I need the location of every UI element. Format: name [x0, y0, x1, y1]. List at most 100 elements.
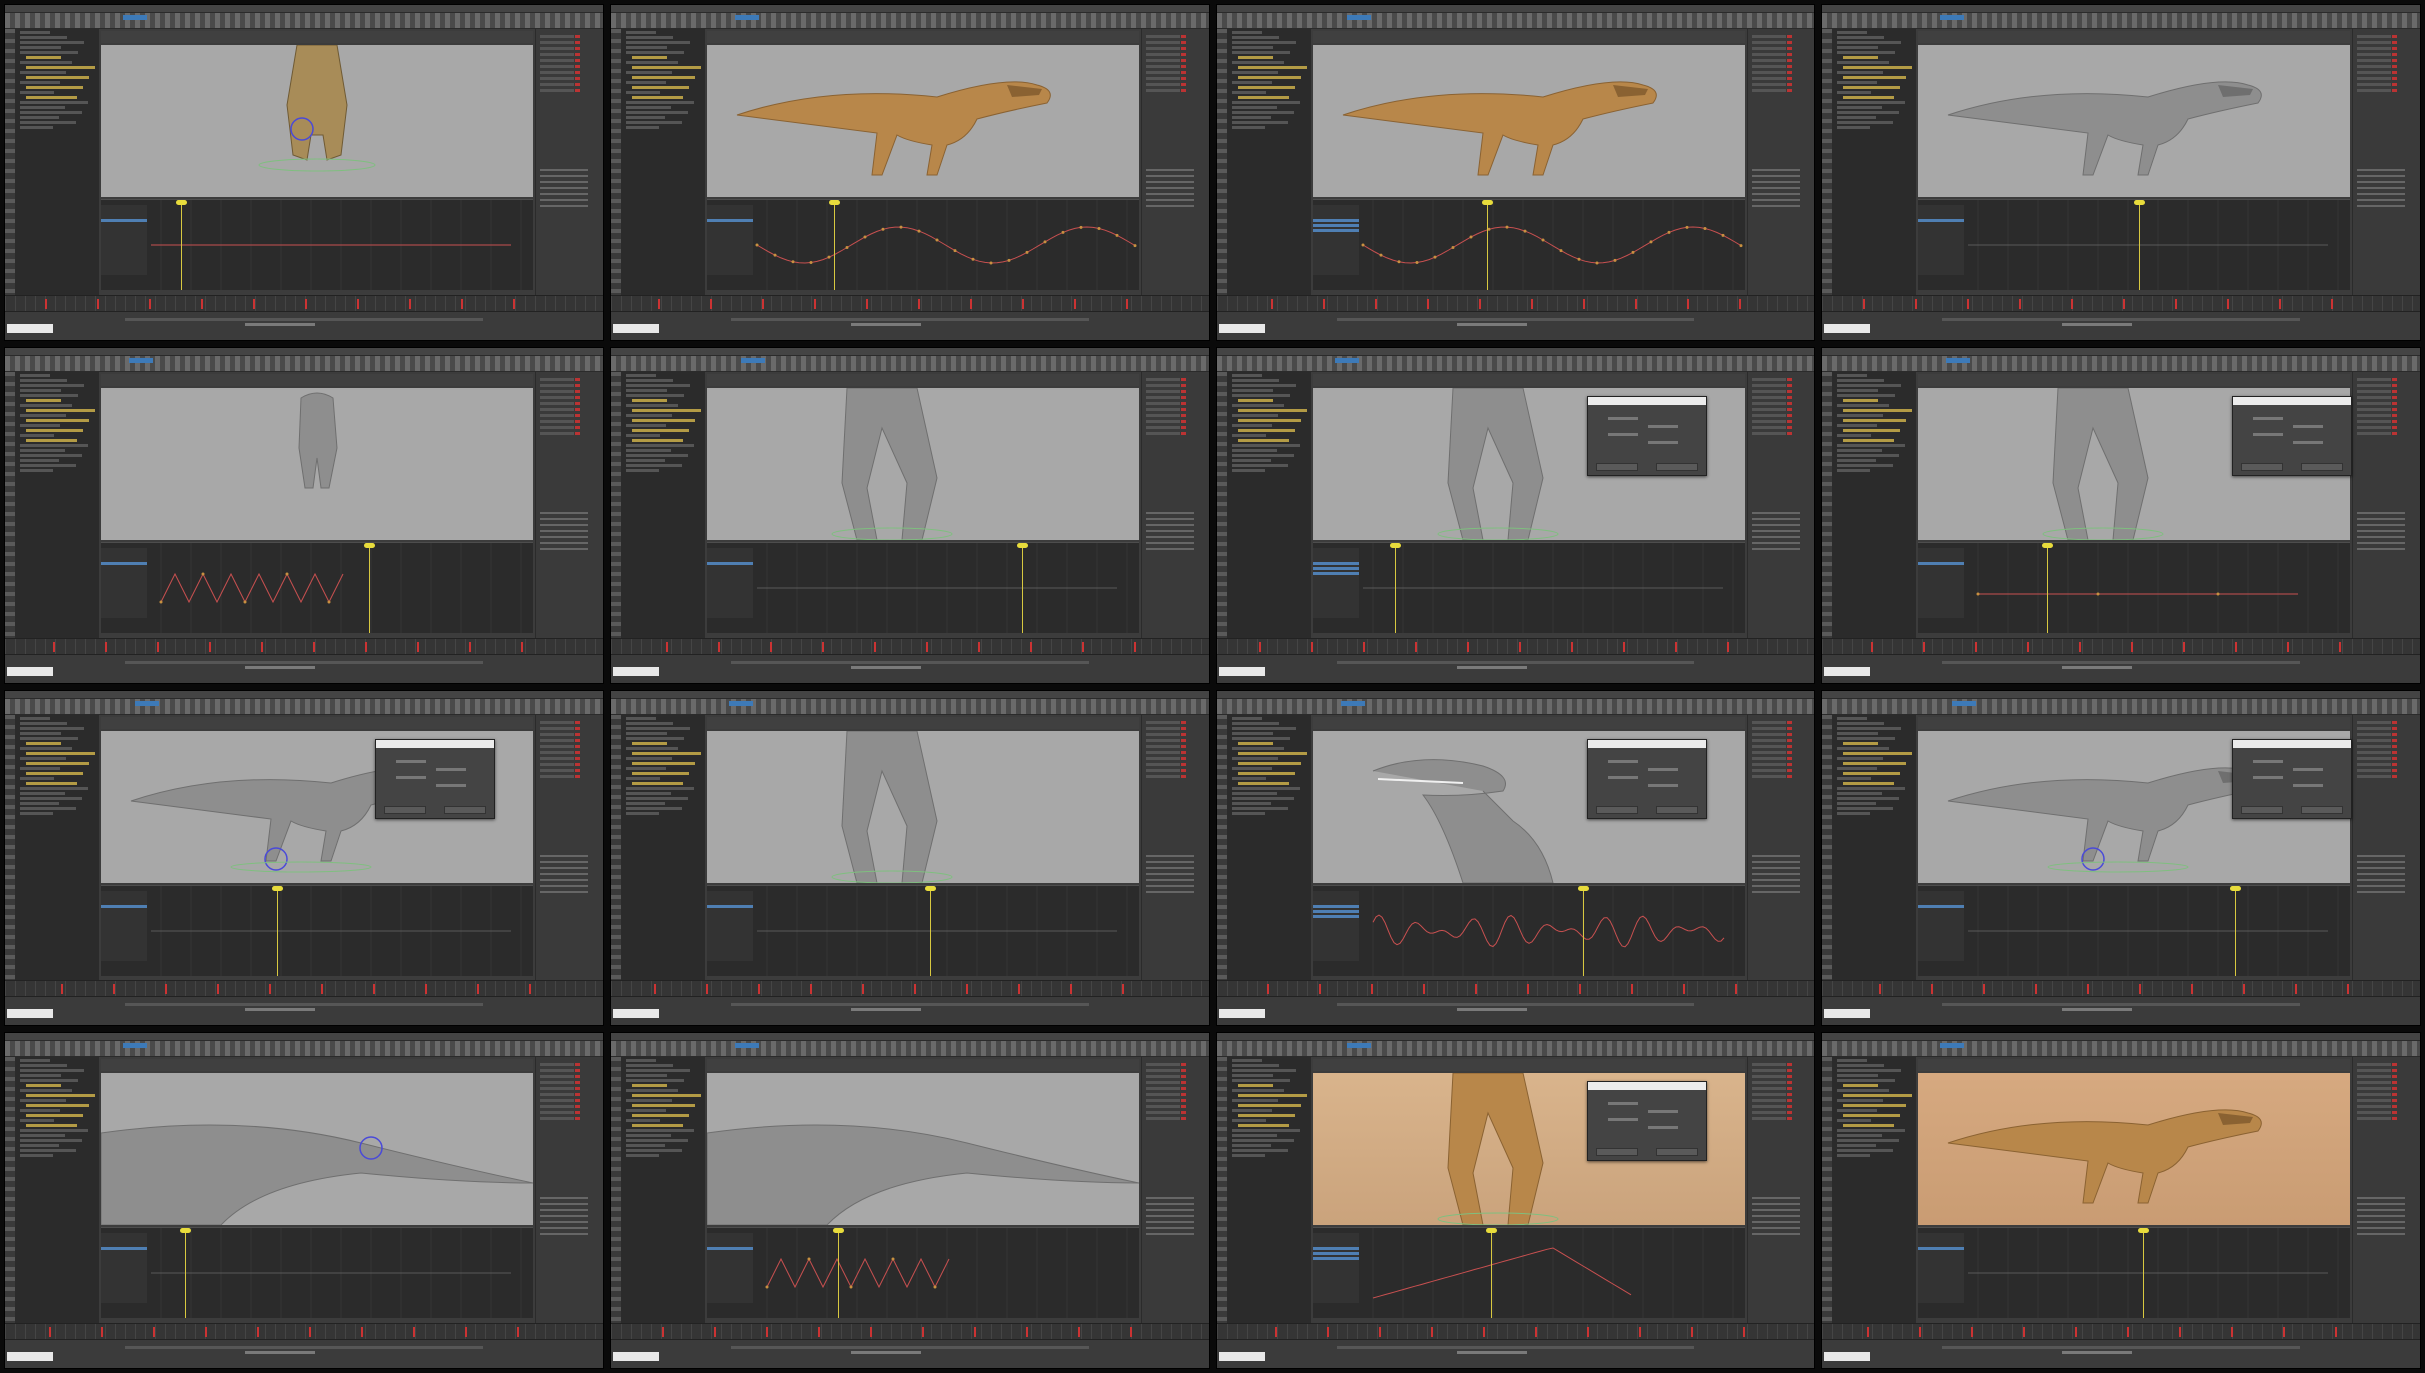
viewport-toolbar[interactable]	[706, 1059, 1139, 1072]
outliner-row[interactable]	[625, 413, 672, 417]
outliner-row[interactable]	[1231, 1154, 1265, 1158]
outliner-row[interactable]	[1837, 1129, 1906, 1133]
menu-bar[interactable]	[610, 347, 1209, 356]
channel-box-panel[interactable]	[535, 714, 603, 998]
outliner-row[interactable]	[1837, 373, 1868, 377]
menu-bar[interactable]	[610, 690, 1209, 699]
outliner-row[interactable]	[26, 438, 77, 442]
outliner-row[interactable]	[1837, 721, 1885, 725]
viewport-toolbar[interactable]	[1918, 716, 2351, 729]
outliner-row[interactable]	[625, 31, 656, 34]
outliner-row[interactable]	[625, 1119, 660, 1123]
outliner-row[interactable]	[625, 468, 659, 472]
outliner-row[interactable]	[1837, 731, 1879, 735]
outliner-row[interactable]	[1231, 31, 1262, 34]
outliner-row[interactable]	[1837, 1099, 1884, 1103]
channel-box-panel[interactable]	[535, 29, 603, 312]
dialog-field[interactable]	[1607, 1102, 1638, 1106]
command-line-bar[interactable]	[610, 310, 1209, 340]
outliner-panel[interactable]	[16, 1057, 99, 1340]
outliner-row[interactable]	[625, 801, 665, 805]
outliner-row[interactable]	[20, 388, 61, 392]
current-time-indicator[interactable]	[176, 200, 187, 290]
outliner-row[interactable]	[20, 126, 53, 129]
shelf-toolbar[interactable]	[1822, 698, 2420, 715]
outliner-row[interactable]	[625, 91, 660, 94]
outliner-row[interactable]	[26, 398, 61, 402]
outliner-row[interactable]	[26, 781, 77, 785]
outliner-row[interactable]	[1837, 801, 1877, 805]
outliner-row[interactable]	[625, 448, 671, 452]
outliner-row[interactable]	[1237, 398, 1273, 402]
outliner-row[interactable]	[20, 433, 54, 437]
outliner-row[interactable]	[1231, 121, 1288, 124]
outliner-row[interactable]	[625, 51, 684, 54]
outliner-row[interactable]	[20, 36, 67, 39]
outliner-row[interactable]	[625, 1074, 667, 1078]
viewport-toolbar[interactable]	[1312, 31, 1745, 43]
outliner-row[interactable]	[1837, 766, 1878, 770]
outliner-row[interactable]	[20, 796, 82, 800]
outliner-row[interactable]	[1837, 423, 1878, 427]
outliner-row[interactable]	[1231, 726, 1296, 730]
graph-outliner-selected[interactable]	[706, 1247, 753, 1251]
outliner-row[interactable]	[1837, 36, 1885, 39]
shelf-toolbar[interactable]	[5, 1041, 603, 1058]
dialog-field[interactable]	[2293, 440, 2324, 444]
shelf-toolbar[interactable]	[1822, 355, 2420, 372]
graph-outliner[interactable]	[101, 1233, 147, 1304]
shelf-toolbar[interactable]	[1216, 13, 1815, 29]
outliner-row[interactable]	[1837, 403, 1890, 407]
outliner-row[interactable]	[1237, 428, 1295, 432]
outliner-row[interactable]	[1837, 383, 1902, 387]
dialog-close-button[interactable]	[1655, 1148, 1698, 1157]
graph-outliner-selected[interactable]	[1312, 219, 1359, 222]
layer-editor[interactable]	[1751, 511, 1800, 552]
outliner-row[interactable]	[1837, 126, 1871, 129]
outliner-row[interactable]	[625, 458, 665, 462]
dialog-apply-button[interactable]	[1595, 805, 1638, 814]
outliner-row[interactable]	[20, 443, 88, 447]
outliner-row[interactable]	[1231, 126, 1265, 129]
outliner-row[interactable]	[1237, 96, 1289, 99]
playhead-handle[interactable]	[1481, 200, 1493, 205]
outliner-row[interactable]	[20, 1149, 76, 1153]
channel-box-attributes[interactable]	[540, 1063, 580, 1124]
time-slider[interactable]	[5, 1323, 603, 1340]
viewport-toolbar[interactable]	[1918, 1059, 2351, 1072]
graph-outliner[interactable]	[706, 890, 753, 961]
outliner-panel[interactable]	[1833, 29, 1917, 312]
channel-box-panel[interactable]	[1746, 29, 1815, 312]
outliner-panel[interactable]	[1227, 371, 1311, 655]
viewport-toolbar[interactable]	[101, 716, 533, 729]
channel-box-attributes[interactable]	[1751, 35, 1792, 95]
channel-box-panel[interactable]	[1746, 371, 1815, 655]
shelf-active-tab[interactable]	[123, 1043, 147, 1049]
outliner-row[interactable]	[26, 408, 95, 412]
dialog-field[interactable]	[2253, 432, 2284, 436]
outliner-row[interactable]	[20, 731, 61, 735]
outliner-row[interactable]	[631, 771, 689, 775]
outliner-row[interactable]	[1837, 31, 1868, 34]
outliner-row[interactable]	[625, 433, 660, 437]
outliner-row[interactable]	[20, 1079, 78, 1083]
outliner-row[interactable]	[26, 1104, 89, 1108]
menu-bar[interactable]	[5, 1033, 603, 1042]
outliner-row[interactable]	[1837, 1119, 1872, 1123]
shelf-active-tab[interactable]	[1334, 357, 1359, 363]
shelf-active-tab[interactable]	[129, 357, 153, 363]
command-input[interactable]	[612, 323, 659, 333]
graph-outliner-selected[interactable]	[1312, 909, 1359, 913]
outliner-row[interactable]	[631, 1114, 689, 1118]
outliner-row[interactable]	[1843, 76, 1907, 79]
graph-outliner-selected[interactable]	[101, 561, 147, 565]
viewport-toolbar[interactable]	[706, 716, 1139, 729]
outliner-row[interactable]	[1837, 1149, 1894, 1153]
outliner-row[interactable]	[1231, 811, 1265, 815]
channel-box-panel[interactable]	[2352, 1057, 2420, 1340]
outliner-row[interactable]	[1237, 771, 1295, 775]
graph-editor[interactable]	[1918, 199, 2351, 290]
graph-outliner-selected[interactable]	[1312, 904, 1359, 908]
outliner-row[interactable]	[20, 413, 66, 417]
shelf-active-tab[interactable]	[1952, 700, 1977, 706]
